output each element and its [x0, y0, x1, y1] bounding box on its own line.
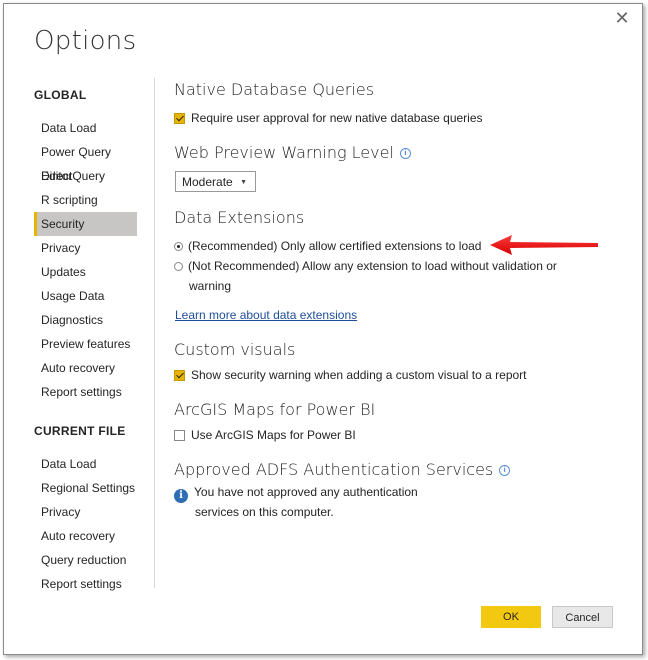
extensions-option-recommended[interactable]: (Recommended) Only allow certified exten…	[174, 239, 481, 253]
custom-visuals-label: Show security warning when adding a cust…	[191, 368, 527, 382]
sidebar-item-directquery[interactable]: DirectQuery	[34, 164, 137, 188]
radio-recommended-label: (Recommended) Only allow certified exten…	[188, 239, 482, 253]
native-queries-checkbox[interactable]	[174, 113, 185, 124]
custom-visuals-option[interactable]: Show security warning when adding a cust…	[174, 368, 527, 382]
extensions-option-not-recommended[interactable]: (Not Recommended) Allow any extension to…	[174, 259, 557, 273]
chevron-down-icon: ▼	[240, 179, 247, 186]
adfs-title-text: Approved ADFS Authentication Services	[174, 460, 494, 479]
info-icon[interactable]: i	[399, 148, 411, 159]
native-queries-label: Require user approval for new native dat…	[191, 111, 483, 125]
custom-visuals-title: Custom visuals	[174, 340, 296, 359]
sidebar-heading-current-file: CURRENT FILE	[34, 424, 126, 438]
sidebar-divider	[154, 78, 155, 588]
sidebar-item-auto-recovery[interactable]: Auto recovery	[34, 356, 137, 380]
sidebar-item-r-scripting[interactable]: R scripting	[34, 188, 137, 212]
native-queries-title: Native Database Queries	[174, 80, 375, 99]
data-extensions-title: Data Extensions	[174, 208, 305, 227]
adfs-message-line2: services on this computer.	[195, 505, 334, 519]
cancel-button[interactable]: Cancel	[552, 606, 613, 628]
sidebar-item-privacy[interactable]: Privacy	[34, 236, 137, 260]
native-queries-option[interactable]: Require user approval for new native dat…	[174, 111, 483, 125]
arcgis-title: ArcGIS Maps for Power BI	[174, 400, 376, 419]
dialog-title: Options	[34, 26, 137, 56]
sidebar-item-preview-features[interactable]: Preview features	[34, 332, 137, 356]
sidebar-heading-global: GLOBAL	[34, 88, 87, 102]
arcgis-label: Use ArcGIS Maps for Power BI	[191, 428, 356, 442]
sidebar-item-power-query-editor[interactable]: Power Query Editor	[34, 140, 137, 183]
adfs-message-line1: You have not approved any authentication	[194, 485, 418, 499]
radio-not-recommended[interactable]	[174, 262, 183, 271]
radio-recommended[interactable]	[174, 242, 183, 251]
adfs-message: i You have not approved any authenticatio…	[174, 485, 418, 503]
sidebar-item-diagnostics[interactable]: Diagnostics	[34, 308, 137, 332]
radio-not-recommended-label-cont: warning	[189, 279, 232, 293]
sidebar-item-file-data-load[interactable]: Data Load	[34, 452, 137, 476]
sidebar-item-security[interactable]: Security	[34, 212, 137, 236]
sidebar-item-regional-settings[interactable]: Regional Settings	[34, 476, 137, 500]
sidebar-item-file-privacy[interactable]: Privacy	[34, 500, 137, 524]
info-circle-icon: i	[174, 489, 188, 503]
ok-button[interactable]: OK	[481, 606, 541, 628]
sidebar-item-usage-data[interactable]: Usage Data	[34, 284, 137, 308]
radio-not-recommended-label: (Not Recommended) Allow any extension to…	[188, 259, 557, 273]
sidebar-item-report-settings[interactable]: Report settings	[34, 380, 137, 404]
web-preview-level-dropdown[interactable]: Moderate ▼	[175, 171, 256, 192]
close-icon[interactable]: ✕	[614, 9, 630, 27]
annotation-arrow-icon	[490, 235, 598, 255]
sidebar-item-query-reduction[interactable]: Query reduction	[34, 548, 137, 572]
info-icon[interactable]: i	[499, 465, 511, 476]
sidebar-item-file-report-settings[interactable]: Report settings	[34, 572, 137, 596]
options-dialog: ✕ Options GLOBAL Data Load Power Query E…	[3, 3, 643, 655]
web-preview-title: Web Preview Warning Level i	[174, 143, 411, 162]
arcgis-checkbox[interactable]	[174, 430, 185, 441]
sidebar-item-updates[interactable]: Updates	[34, 260, 137, 284]
learn-more-extensions-link[interactable]: Learn more about data extensions	[175, 308, 357, 322]
sidebar-item-data-load[interactable]: Data Load	[34, 116, 137, 140]
sidebar: GLOBAL Data Load Power Query Editor Dire…	[34, 82, 154, 596]
web-preview-level-value: Moderate	[182, 175, 233, 189]
custom-visuals-checkbox[interactable]	[174, 370, 185, 381]
arcgis-option[interactable]: Use ArcGIS Maps for Power BI	[174, 428, 356, 442]
sidebar-item-file-auto-recovery[interactable]: Auto recovery	[34, 524, 137, 548]
web-preview-title-text: Web Preview Warning Level	[174, 143, 394, 162]
adfs-title: Approved ADFS Authentication Services i	[174, 460, 511, 479]
